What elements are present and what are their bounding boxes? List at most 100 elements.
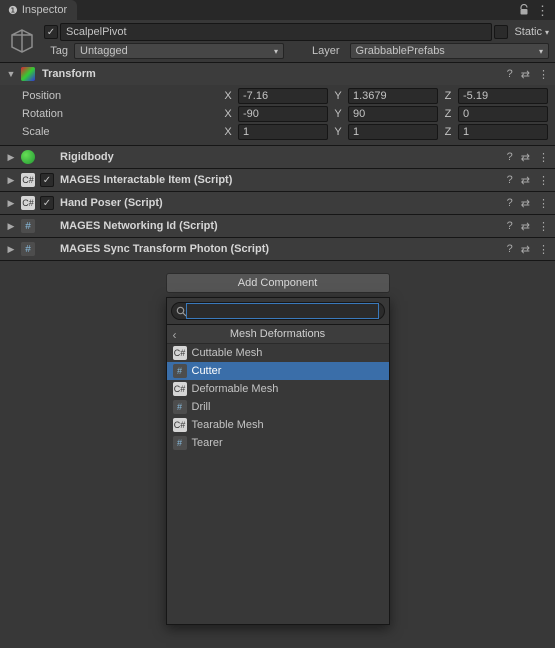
chevron-right-icon: ▶ (6, 175, 16, 186)
component-icon (20, 149, 36, 165)
script-icon: C# (173, 418, 187, 432)
component-title: MAGES Sync Transform Photon (Script) (58, 243, 503, 255)
component-header[interactable]: ▶ C# ✓ MAGES Interactable Item (Script)? ⇄ ⋮ (0, 169, 555, 191)
position-y-input[interactable] (348, 88, 438, 104)
scale-row: Scale X Y Z (22, 123, 549, 141)
transform-component: ▼ Transform ? ⇄ ⋮ Position X Y Z Rotatio… (0, 62, 555, 145)
popup-category-header[interactable]: ‹ Mesh Deformations (167, 324, 389, 344)
help-icon[interactable]: ? (507, 151, 513, 163)
hash-icon: # (173, 400, 187, 414)
position-row: Position X Y Z (22, 87, 549, 105)
kebab-menu-icon[interactable]: ⋮ (538, 68, 549, 81)
hash-icon: # (173, 436, 187, 450)
preset-icon[interactable]: ⇄ (521, 243, 530, 256)
tab-title: Inspector (22, 4, 67, 16)
enabled-checkbox[interactable]: ✓ (44, 25, 58, 39)
popup-list: C# Cuttable Mesh # Cutter C# Deformable Mesh #… (167, 344, 389, 624)
preset-icon[interactable]: ⇄ (521, 174, 530, 187)
script-icon: C# (173, 382, 187, 396)
help-icon[interactable]: ? (507, 243, 513, 255)
component-header[interactable]: ▶ # MAGES Networking Id (Script)? ⇄ ⋮ (0, 215, 555, 237)
layer-dropdown[interactable]: GrabbablePrefabs ▾ (350, 43, 549, 59)
kebab-menu-icon[interactable]: ⋮ (538, 151, 549, 164)
component-header[interactable]: ▶ # MAGES Sync Transform Photon (Script)? ⇄… (0, 238, 555, 260)
component-title: Rigidbody (58, 151, 503, 163)
chevron-right-icon: ▶ (6, 152, 16, 163)
position-x-input[interactable] (238, 88, 328, 104)
tag-dropdown[interactable]: Untagged ▾ (74, 43, 284, 59)
scale-x-input[interactable] (238, 124, 328, 140)
component-icon: # (20, 218, 36, 234)
kebab-menu-icon[interactable]: ⋮ (538, 197, 549, 210)
component-header[interactable]: ▶ C# ✓ Hand Poser (Script)? ⇄ ⋮ (0, 192, 555, 214)
component-icon: C# (20, 195, 36, 211)
component-search-input[interactable] (187, 304, 378, 318)
scale-z-input[interactable] (458, 124, 548, 140)
popup-item-label: Deformable Mesh (192, 383, 279, 395)
chevron-right-icon: ▶ (6, 244, 16, 255)
layer-label: Layer (290, 45, 344, 57)
search-icon (176, 306, 187, 317)
component-header[interactable]: ▶ Rigidbody? ⇄ ⋮ (0, 146, 555, 168)
popup-item-label: Cuttable Mesh (192, 347, 263, 359)
popup-item[interactable]: C# Deformable Mesh (167, 380, 389, 398)
transform-icon (20, 66, 36, 82)
preset-icon[interactable]: ⇄ (521, 68, 530, 81)
popup-item[interactable]: C# Tearable Mesh (167, 416, 389, 434)
popup-item[interactable]: C# Cuttable Mesh (167, 344, 389, 362)
lock-icon[interactable] (518, 4, 530, 16)
kebab-menu-icon[interactable]: ⋮ (536, 4, 549, 17)
info-icon: ❶ (8, 4, 18, 17)
chevron-down-icon: ▾ (544, 28, 549, 37)
component-title: MAGES Networking Id (Script) (58, 220, 503, 232)
hash-icon: # (173, 364, 187, 378)
gameobject-icon[interactable] (6, 25, 38, 57)
static-label[interactable]: Static ▾ (510, 26, 549, 38)
popup-item-label: Tearer (192, 437, 223, 449)
static-checkbox[interactable]: ✓ (494, 25, 508, 39)
popup-item[interactable]: #Drill (167, 398, 389, 416)
inspector-tab[interactable]: ❶ Inspector (0, 0, 77, 20)
kebab-menu-icon[interactable]: ⋮ (538, 220, 549, 233)
popup-item[interactable]: # Tearer (167, 434, 389, 452)
popup-item-label: Cutter (192, 365, 222, 377)
add-component-popup: ‹ Mesh Deformations C# Cuttable Mesh # Cutt… (166, 297, 390, 625)
preset-icon[interactable]: ⇄ (521, 220, 530, 233)
rotation-y-input[interactable] (348, 106, 438, 122)
kebab-menu-icon[interactable]: ⋮ (538, 174, 549, 187)
component-title: MAGES Interactable Item (Script) (58, 174, 503, 186)
preset-icon[interactable]: ⇄ (521, 151, 530, 164)
position-z-input[interactable] (458, 88, 548, 104)
help-icon[interactable]: ? (507, 174, 513, 186)
preset-icon[interactable]: ⇄ (521, 197, 530, 210)
rotation-row: Rotation X Y Z (22, 105, 549, 123)
popup-item[interactable]: # Cutter (167, 362, 389, 380)
script-icon: C# (173, 346, 187, 360)
popup-item-label: Tearable Mesh (192, 419, 264, 431)
component-title: Hand Poser (Script) (58, 197, 503, 209)
add-component-button[interactable]: Add Component (166, 273, 390, 293)
component-icon: # (20, 241, 36, 257)
component-icon: C# (20, 172, 36, 188)
rotation-x-input[interactable] (238, 106, 328, 122)
transform-header[interactable]: ▼ Transform ? ⇄ ⋮ (0, 63, 555, 85)
tag-label: Tag (44, 45, 68, 57)
object-name-input[interactable] (60, 23, 492, 41)
component-enabled-checkbox[interactable]: ✓ (40, 173, 54, 187)
object-header: ✓ ✓ Static ▾ Tag Untagged ▾ Layer Grabba… (0, 20, 555, 62)
chevron-right-icon: ▶ (6, 221, 16, 232)
chevron-down-icon: ▾ (273, 47, 278, 56)
component-enabled-checkbox[interactable]: ✓ (40, 196, 54, 210)
rotation-z-input[interactable] (458, 106, 548, 122)
chevron-down-icon: ▾ (538, 47, 543, 56)
kebab-menu-icon[interactable]: ⋮ (538, 243, 549, 256)
tab-bar: ❶ Inspector ⋮ (0, 0, 555, 20)
help-icon[interactable]: ? (507, 197, 513, 209)
help-icon[interactable]: ? (507, 220, 513, 232)
chevron-down-icon: ▼ (6, 69, 16, 79)
help-icon[interactable]: ? (507, 68, 513, 80)
chevron-right-icon: ▶ (6, 198, 16, 209)
back-icon[interactable]: ‹ (173, 328, 177, 342)
scale-y-input[interactable] (348, 124, 438, 140)
search-wrap (171, 302, 385, 320)
